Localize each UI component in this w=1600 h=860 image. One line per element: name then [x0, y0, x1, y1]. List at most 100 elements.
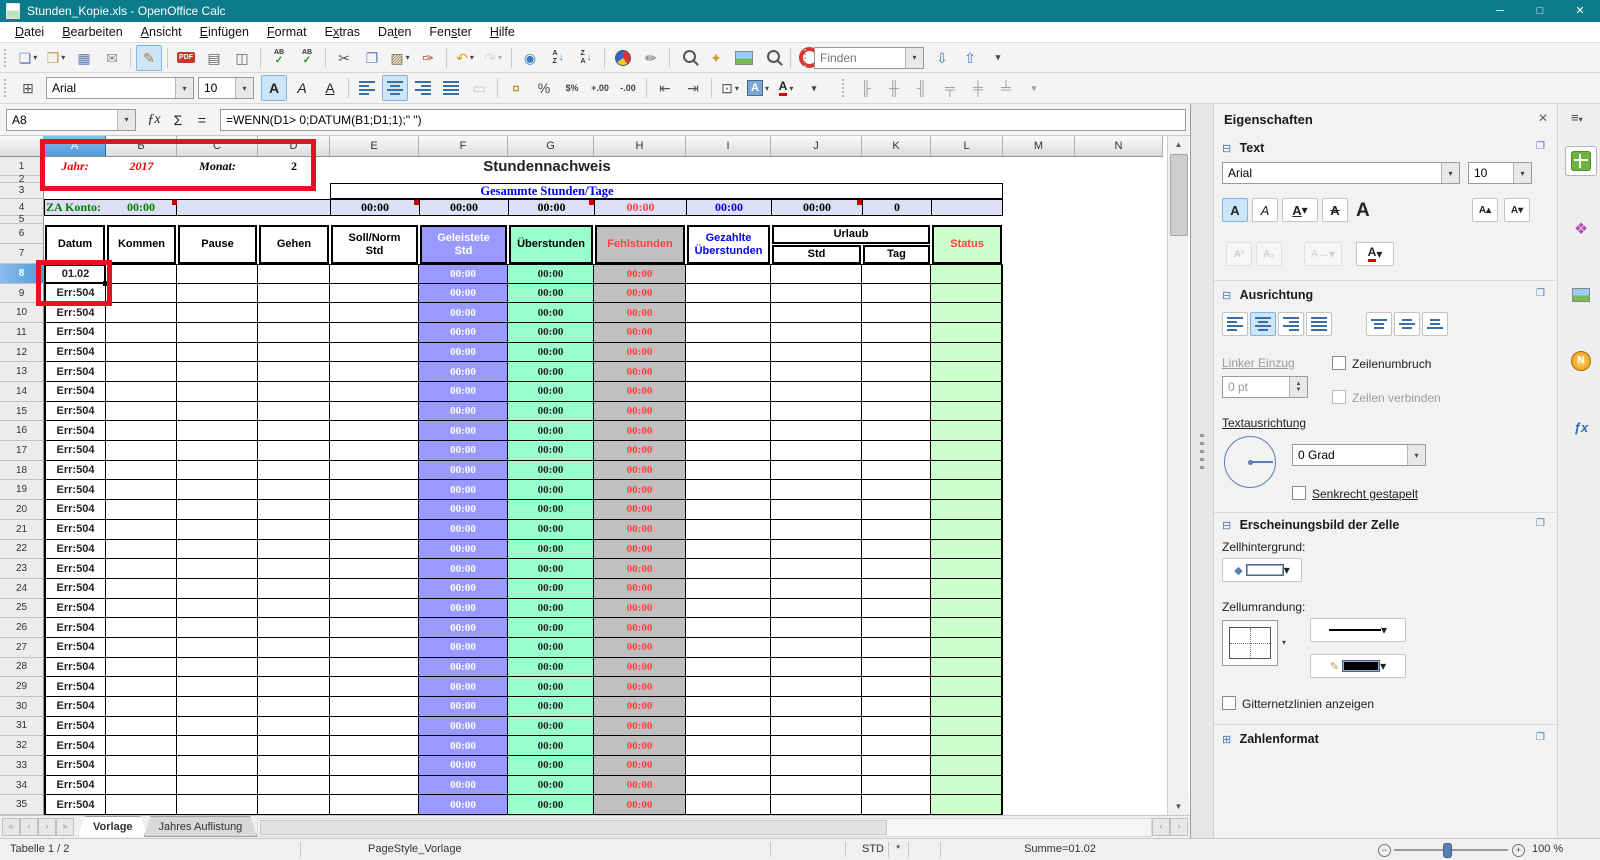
cell-C28[interactable] — [177, 657, 258, 678]
cell-G20[interactable]: 00:00 — [508, 500, 594, 520]
cell-F26[interactable]: 00:00 — [419, 618, 508, 638]
spreadsheet-grid[interactable]: A B C D E F G H I J K L M N 1 2 3 4 5 6 7 8 9 10 11 12 13 14 15 16 17 1… — [0, 136, 1167, 815]
edit-file-button[interactable]: ✎ — [136, 44, 162, 71]
sidebar-tab-gallery[interactable] — [1565, 280, 1597, 310]
zoom-in-icon[interactable]: + — [1512, 844, 1525, 857]
sidebar-font-name-combobox[interactable]: ▾ — [1222, 162, 1460, 184]
cell-J4[interactable]: 00:00 — [771, 199, 862, 216]
spinner-arrows-icon[interactable]: ▲ ▼ — [1289, 377, 1307, 397]
row-header-11[interactable]: 11 — [0, 323, 44, 343]
cell-C10[interactable] — [177, 303, 258, 324]
scroll-left-icon[interactable]: ‹ — [1152, 818, 1170, 836]
cell-D17[interactable] — [258, 441, 330, 461]
cell-A11[interactable]: Err:504 — [44, 323, 106, 343]
chevron-down-icon[interactable]: ▾ — [235, 78, 253, 98]
column-header-L[interactable]: L — [931, 136, 1003, 157]
border-line-style-button[interactable]: ▾ — [1310, 618, 1406, 642]
zoom-level[interactable]: 100 % — [1532, 843, 1563, 855]
cell-E11[interactable] — [330, 323, 419, 343]
cell-monat-label[interactable]: Monat: — [177, 157, 258, 176]
cell-I17[interactable] — [686, 441, 771, 461]
cell-L11[interactable] — [931, 323, 1003, 343]
cell-C29[interactable] — [177, 677, 258, 697]
cell-G29[interactable]: 00:00 — [508, 677, 594, 697]
hyperlink-button[interactable]: ◉ — [517, 45, 543, 71]
sheet-tab-jahres-auflistung[interactable]: Jahres Auflistung — [144, 816, 258, 837]
cell-I14[interactable] — [686, 382, 771, 402]
cell-G17[interactable]: 00:00 — [508, 441, 594, 461]
cell-F25[interactable]: 00:00 — [419, 598, 508, 619]
chevron-down-icon[interactable]: ▾ — [117, 109, 135, 130]
cell-E13[interactable] — [330, 362, 419, 383]
cell-H12[interactable]: 00:00 — [594, 342, 686, 363]
cell-E26[interactable] — [330, 618, 419, 638]
cell-A21[interactable]: Err:504 — [44, 519, 106, 540]
toolbar-overflow-button[interactable]: ▾ — [801, 75, 827, 101]
cell-F10[interactable]: 00:00 — [419, 303, 508, 324]
cell-E4[interactable]: 00:00 — [330, 199, 419, 216]
cell-F24[interactable]: 00:00 — [419, 578, 508, 599]
cell-I33[interactable] — [686, 756, 771, 776]
minimize-button[interactable]: ─ — [1480, 0, 1520, 22]
cell-L34[interactable] — [931, 775, 1003, 796]
row-header-27[interactable]: 27 — [0, 637, 44, 658]
cell-za-konto-value[interactable]: 00:00 — [106, 199, 177, 216]
cell-E19[interactable] — [330, 480, 419, 501]
cell-I22[interactable] — [686, 539, 771, 560]
align-left-button[interactable] — [354, 75, 380, 101]
dialog-launcher-icon[interactable]: ❐ — [1536, 288, 1545, 299]
row-header-17[interactable]: 17 — [0, 441, 44, 461]
find-next-button[interactable]: ⇩ — [929, 45, 955, 71]
cell-K18[interactable] — [862, 460, 931, 481]
font-size-combobox[interactable]: ▾ — [198, 77, 254, 99]
cell-A27[interactable]: Err:504 — [44, 637, 106, 658]
menu-item-einfügen[interactable]: Einfügen — [191, 23, 258, 41]
cell-D14[interactable] — [258, 382, 330, 402]
cell-K14[interactable] — [862, 382, 931, 402]
decrease-indent-button[interactable]: ⇤ — [652, 75, 678, 101]
character-spacing-button[interactable]: A↔ ▾ — [1304, 242, 1342, 266]
cell-K4[interactable]: 0 — [862, 199, 931, 216]
sidebar-font-size-combobox[interactable]: ▾ — [1468, 162, 1532, 184]
sort-ascending-button[interactable]: A Z ↓ — [545, 45, 571, 71]
cell-K16[interactable] — [862, 421, 931, 442]
cell-H18[interactable]: 00:00 — [594, 460, 686, 481]
cell-J17[interactable] — [771, 441, 862, 461]
cell-I10[interactable] — [686, 303, 771, 324]
row-header-22[interactable]: 22 — [0, 539, 44, 560]
left-indent-input[interactable] — [1223, 379, 1289, 395]
row-header-2[interactable]: 2 — [0, 174, 44, 185]
cell-E16[interactable] — [330, 421, 419, 442]
row-header-33[interactable]: 33 — [0, 756, 44, 776]
cell-I12[interactable] — [686, 342, 771, 363]
cell-F17[interactable]: 00:00 — [419, 441, 508, 461]
navigator-button[interactable]: ✦ — [703, 45, 729, 71]
insert-chart-button[interactable] — [610, 45, 636, 71]
cell-D12[interactable] — [258, 342, 330, 363]
cell-B16[interactable] — [106, 421, 177, 442]
vertically-stacked-checkbox[interactable]: Senkrecht gestapelt — [1292, 486, 1418, 501]
row-header-24[interactable]: 24 — [0, 578, 44, 599]
column-header-E[interactable]: E — [330, 136, 419, 157]
cell-E22[interactable] — [330, 539, 419, 560]
align-justify-button[interactable] — [1306, 312, 1332, 336]
row-header-19[interactable]: 19 — [0, 480, 44, 501]
align-right-button[interactable] — [410, 75, 436, 101]
cell-K12[interactable] — [862, 342, 931, 363]
cell-H32[interactable]: 00:00 — [594, 736, 686, 756]
cell-D24[interactable] — [258, 578, 330, 599]
align-center-button[interactable] — [1250, 312, 1276, 336]
toolbar-grip[interactable] — [4, 48, 9, 67]
auto-spellcheck-button[interactable]: AB ✓ — [294, 45, 320, 71]
find-combobox[interactable]: ▾ — [814, 46, 924, 69]
cell-J35[interactable] — [771, 795, 862, 815]
cell-K31[interactable] — [862, 716, 931, 737]
menu-item-ansicht[interactable]: Ansicht — [132, 23, 191, 41]
cell-J30[interactable] — [771, 696, 862, 717]
cell-C11[interactable] — [177, 323, 258, 343]
cell-F4[interactable]: 00:00 — [419, 199, 508, 216]
cell-E35[interactable] — [330, 795, 419, 815]
cell-C17[interactable] — [177, 441, 258, 461]
font-name-input[interactable] — [47, 80, 175, 96]
column-header-G[interactable]: G — [508, 136, 594, 157]
